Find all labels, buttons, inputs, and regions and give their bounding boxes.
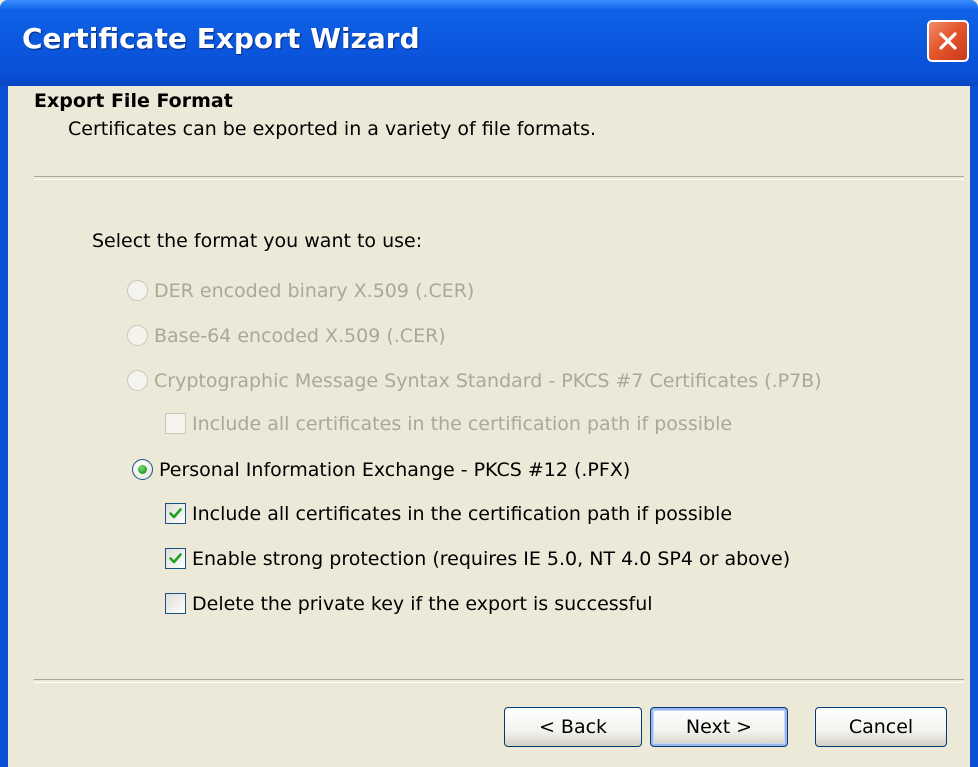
- checkmark-icon: [169, 553, 182, 564]
- checkbox[interactable]: [165, 593, 186, 614]
- back-button[interactable]: < Back: [504, 707, 642, 747]
- header-divider: [34, 176, 964, 180]
- title-bar[interactable]: Certificate Export Wizard: [0, 0, 978, 86]
- wizard-window: Certificate Export Wizard Export File Fo…: [0, 0, 978, 767]
- close-icon: [939, 32, 957, 50]
- radio-button[interactable]: [127, 325, 148, 346]
- radio-selected-dot: [138, 465, 147, 474]
- radio-button[interactable]: [127, 370, 148, 391]
- radio-label: Base-64 encoded X.509 (.CER): [154, 325, 446, 347]
- checkbox[interactable]: [165, 548, 186, 569]
- checkbox-label: Enable strong protection (requires IE 5.…: [192, 548, 791, 570]
- checkbox-label: Include all certificates in the certific…: [192, 503, 733, 525]
- radio-button[interactable]: [127, 280, 148, 301]
- footer-divider: [34, 679, 964, 683]
- checkbox-label: Include all certificates in the certific…: [192, 413, 733, 435]
- cancel-button[interactable]: Cancel: [815, 707, 947, 747]
- checkbox[interactable]: [165, 413, 186, 434]
- radio-button[interactable]: [132, 459, 153, 480]
- radio-label: Personal Information Exchange - PKCS #12…: [159, 459, 631, 481]
- page-subheading: Certificates can be exported in a variet…: [68, 118, 597, 140]
- close-button[interactable]: [927, 20, 969, 62]
- checkmark-icon: [169, 508, 182, 519]
- format-prompt: Select the format you want to use:: [92, 230, 423, 252]
- next-button[interactable]: Next >: [650, 707, 788, 747]
- window-title: Certificate Export Wizard: [22, 22, 420, 55]
- page-heading: Export File Format: [34, 90, 233, 112]
- checkbox[interactable]: [165, 503, 186, 524]
- dialog-body: Export File Format Certificates can be e…: [8, 86, 970, 767]
- checkbox-label: Delete the private key if the export is …: [192, 593, 653, 615]
- radio-label: Cryptographic Message Syntax Standard - …: [154, 370, 822, 392]
- radio-label: DER encoded binary X.509 (.CER): [154, 280, 475, 302]
